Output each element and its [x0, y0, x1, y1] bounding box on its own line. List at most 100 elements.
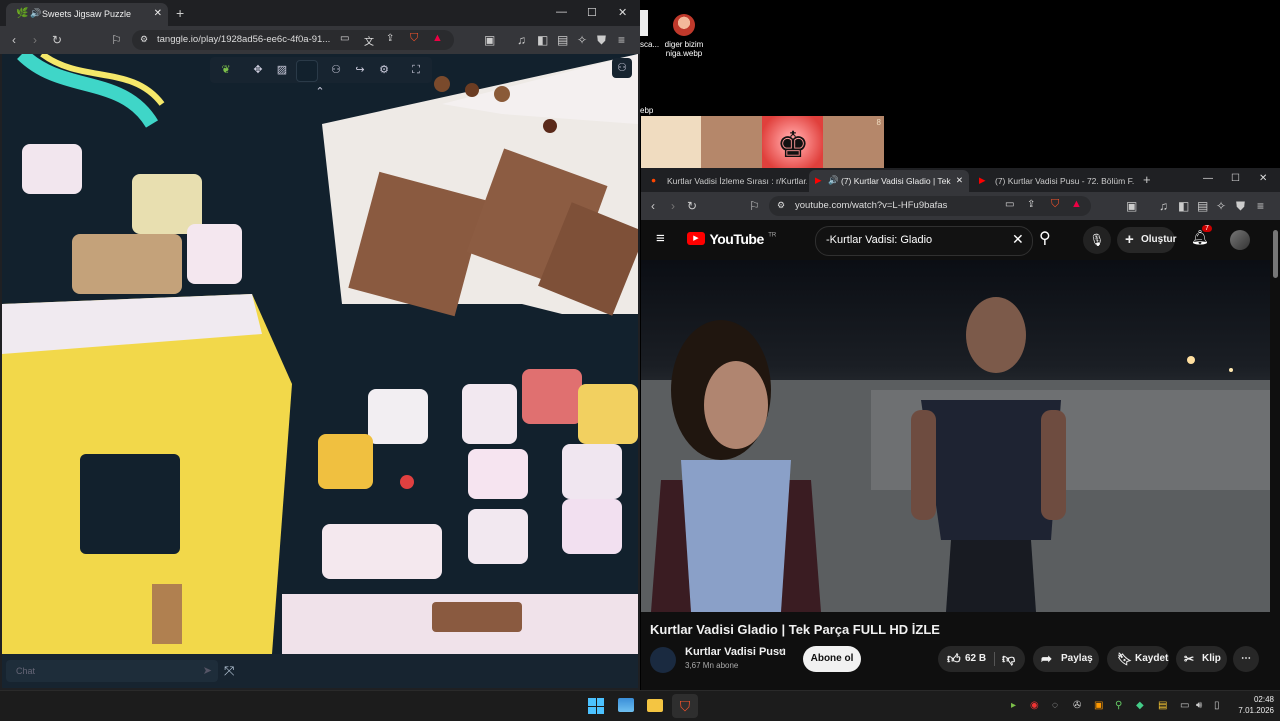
brave-shield-icon[interactable]: ⛉ — [410, 32, 418, 45]
channel-avatar[interactable] — [650, 647, 676, 673]
close-window-icon[interactable]: ✕ — [1259, 173, 1267, 184]
tab-reddit[interactable]: ● Kurtlar Vadisi İzleme Sırası : r/Kurtl… — [649, 170, 807, 192]
image-icon[interactable]: ▨ — [272, 60, 292, 80]
new-tab-button[interactable]: + — [1143, 172, 1151, 187]
tab-close-icon[interactable]: ✕ — [154, 8, 162, 19]
new-tab-button[interactable]: + — [176, 5, 184, 21]
desktop-file-diger-bizim-niga[interactable]: diger bizim niga.webp — [647, 14, 721, 58]
video-player[interactable] — [641, 260, 1270, 612]
share-puzzle-icon[interactable]: ↪ — [350, 60, 370, 80]
tray-app-green-icon[interactable]: ▸ — [1011, 700, 1016, 711]
address-bar[interactable]: ⚙ youtube.com/watch?v=L-HFu9bafas ▭ ⇪ ⛉ … — [769, 196, 1091, 216]
sidebar-icon[interactable]: ▣ — [484, 33, 495, 47]
create-button[interactable]: + Oluştur — [1117, 227, 1177, 253]
photos-icon[interactable] — [618, 698, 634, 712]
panel-icon[interactable]: ◧ — [1178, 199, 1189, 213]
search-box[interactable]: -Kurtlar Vadisi: Gladio ✕ — [815, 226, 1033, 256]
tab-close-icon[interactable]: ✕ — [956, 175, 963, 186]
hamburger-icon[interactable]: ≡ — [656, 230, 665, 247]
back-icon[interactable]: ‹ — [651, 199, 655, 213]
media-icon[interactable]: ♫ — [1159, 199, 1168, 213]
network-icon[interactable]: ▭ — [1180, 700, 1189, 711]
pieces-icon[interactable]: ✥ — [248, 60, 268, 80]
maximize-icon[interactable]: ☐ — [587, 6, 597, 19]
jigsaw-puzzle-canvas[interactable]: ❦ ✥ ▨ ⚇ ↪ ⚙ ⛶ ⌃ ⚇ — [2, 54, 638, 654]
like-icon[interactable]: 👍︎ — [947, 646, 961, 672]
forward-icon[interactable]: › — [33, 33, 37, 47]
players-panel-icon[interactable]: ⚇ — [612, 58, 632, 78]
tanggle-logo-icon[interactable]: ❦ — [216, 60, 236, 80]
close-window-icon[interactable]: ✕ — [618, 6, 627, 19]
vpn-icon[interactable]: ⛊ — [597, 33, 606, 47]
clip-button[interactable]: ✂ Klip — [1176, 646, 1227, 672]
minimize-icon[interactable]: — — [1203, 173, 1213, 184]
reload-icon[interactable]: ↻ — [52, 33, 62, 47]
windows-start-icon[interactable] — [588, 698, 604, 714]
players-icon[interactable]: ⚇ — [326, 60, 346, 80]
send-icon[interactable]: ➤ — [203, 664, 212, 677]
menu-icon[interactable]: ≡ — [1257, 199, 1264, 213]
wallet-icon[interactable]: ▤ — [557, 33, 568, 47]
brave-rewards-icon[interactable]: ▲ — [1071, 198, 1082, 210]
leo-icon[interactable]: ✧ — [577, 33, 587, 47]
tab-youtube-gladio[interactable]: ▶ 🔊 (7) Kurtlar Vadisi Gladio | Tek... ✕ — [809, 170, 969, 192]
back-icon[interactable]: ‹ — [12, 33, 16, 47]
collapse-toolbar-icon[interactable]: ⌃ — [310, 82, 330, 102]
tray-app-icon-3[interactable]: ◌ — [1052, 700, 1058, 711]
share-icon[interactable]: ⇪ — [1027, 199, 1035, 210]
clear-search-icon[interactable]: ✕ — [1012, 231, 1024, 248]
more-actions-icon[interactable]: ⋯ — [1233, 646, 1259, 672]
dislike-icon[interactable]: 👎︎ — [1002, 646, 1015, 672]
expand-chat-icon[interactable]: ⤧ — [224, 663, 234, 679]
tray-app-icon-6[interactable]: ⚲ — [1115, 700, 1122, 711]
tray-app-icon-7[interactable]: ◆ — [1136, 700, 1144, 711]
minimize-icon[interactable]: — — [556, 6, 567, 18]
address-bar[interactable]: ⚙ tanggle.io/play/1928ad56-ee6c-4f0a-91.… — [132, 30, 454, 50]
brave-shield-icon[interactable]: ⛉ — [1051, 198, 1059, 211]
file-explorer-icon[interactable] — [647, 699, 663, 712]
cast-icon[interactable]: ▭ — [1005, 199, 1014, 210]
tab-sweets-jigsaw[interactable]: 🌿 🔊 Sweets Jigsaw Puzzle ✕ — [6, 3, 168, 26]
search-input[interactable]: -Kurtlar Vadisi: Gladio — [826, 234, 932, 246]
tray-app-icon-5[interactable]: ▣ — [1094, 700, 1103, 711]
clock[interactable]: 02:48 7.01.2026 — [1226, 694, 1274, 716]
brave-taskbar-icon[interactable]: ⛉ — [672, 694, 698, 718]
site-info-icon[interactable]: ⚙ — [777, 200, 785, 211]
tab-youtube-pusu[interactable]: ▶ (7) Kurtlar Vadisi Pusu - 72. Bölüm F.… — [977, 170, 1135, 192]
share-icon[interactable]: ⇪ — [386, 33, 394, 44]
youtube-logo[interactable]: ▶ YouTube TR — [687, 230, 776, 250]
translate-icon[interactable]: 文 — [364, 33, 374, 48]
audio-icon[interactable]: 🔊 — [828, 175, 839, 186]
chat-input[interactable]: Chat ➤ — [6, 660, 218, 682]
reload-icon[interactable]: ↻ — [687, 199, 697, 213]
battery-icon[interactable]: ▯ — [1214, 700, 1220, 711]
cast-icon[interactable]: ▭ — [340, 33, 349, 44]
channel-name[interactable]: Kurtlar Vadisi Pusu — [685, 646, 786, 658]
avatar[interactable] — [1230, 230, 1250, 250]
subscribe-button[interactable]: Abone ol — [803, 646, 861, 672]
brave-rewards-icon[interactable]: ▲ — [432, 32, 443, 44]
bookmark-icon[interactable]: ⚐ — [749, 199, 760, 213]
background-color-icon[interactable] — [296, 60, 318, 82]
volume-icon[interactable]: 🔊︎ — [1196, 700, 1202, 711]
wallet-icon[interactable]: ▤ — [1197, 199, 1208, 213]
leo-icon[interactable]: ✧ — [1216, 199, 1226, 213]
panel-icon[interactable]: ◧ — [537, 33, 548, 47]
share-button[interactable]: ➦ Paylaş — [1033, 646, 1099, 672]
maximize-icon[interactable]: ☐ — [1231, 173, 1240, 184]
menu-icon[interactable]: ≡ — [618, 33, 625, 47]
sidebar-icon[interactable]: ▣ — [1126, 199, 1137, 213]
scrollbar[interactable] — [1273, 230, 1278, 278]
tray-app-icon-4[interactable]: ✇ — [1073, 700, 1081, 711]
microphone-icon[interactable]: 🎙 — [1083, 226, 1111, 254]
audio-icon[interactable]: 🔊 — [30, 8, 41, 19]
search-icon[interactable]: ⚲ — [1039, 228, 1051, 248]
like-count[interactable]: 62 B — [965, 646, 986, 672]
save-button[interactable]: 🔖︎ Kaydet — [1107, 646, 1169, 672]
forward-icon[interactable]: › — [671, 199, 675, 213]
bookmark-icon[interactable]: ⚐ — [111, 33, 122, 47]
media-icon[interactable]: ♫ — [517, 33, 526, 47]
site-info-icon[interactable]: ⚙ — [140, 34, 148, 45]
fullscreen-icon[interactable]: ⛶ — [406, 60, 426, 80]
tray-app-red-icon[interactable]: ◉ — [1030, 700, 1039, 711]
